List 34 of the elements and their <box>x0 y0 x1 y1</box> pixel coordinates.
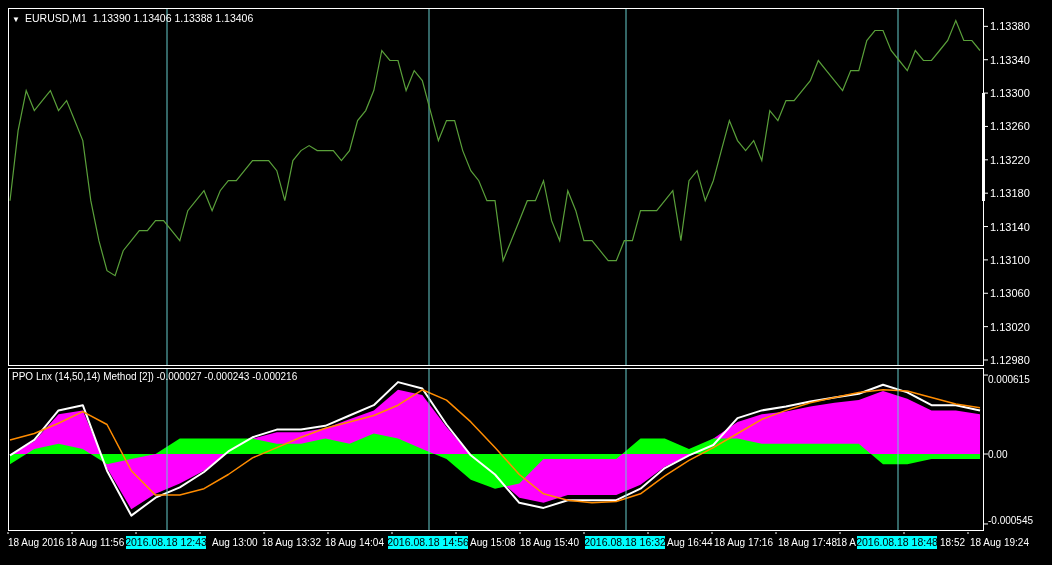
time-label: 18 A <box>836 537 857 548</box>
time-label: 18 Aug 17:48 <box>778 537 837 548</box>
price-label: 1.13180 <box>990 187 1030 200</box>
time-label: 18 Aug 17:16 <box>714 537 773 548</box>
cursor-date-label: 2016.08.18 14:56 <box>387 536 469 549</box>
price-label: 1.13340 <box>990 53 1030 66</box>
time-label: 18 Aug 2016 <box>8 537 65 548</box>
time-label: 18:52 <box>940 537 966 548</box>
price-label: 1.13300 <box>990 87 1030 100</box>
price-label: 1.13140 <box>990 220 1030 233</box>
time-label: 18 Aug 11:56 <box>66 537 125 548</box>
indicator-label: 0.000615 <box>988 374 1030 386</box>
time-label: Aug 16:44 <box>667 537 713 548</box>
cursor-date-label: 2016.08.18 18:48 <box>856 536 938 549</box>
cursor-date-label: 2016.08.18 12:43 <box>125 536 207 549</box>
cursor-date-label: 2016.08.18 16:32 <box>584 536 666 549</box>
indicator-label: -0.000545 <box>988 514 1034 526</box>
price-label: 1.13260 <box>990 120 1030 133</box>
time-label: 18 Aug 19:24 <box>970 537 1029 548</box>
price-label: 1.12980 <box>990 354 1030 366</box>
dropdown-arrow-icon: ▼ <box>12 15 20 24</box>
indicator-label: 0.00 <box>988 449 1008 460</box>
price-label: 1.13220 <box>990 153 1030 166</box>
time-label: 18 Aug 15:40 <box>520 537 579 548</box>
time-label: Aug 13:00 <box>212 537 258 548</box>
time-label: Aug 15:08 <box>470 537 516 548</box>
price-label: 1.13060 <box>990 287 1030 300</box>
price-label: 1.13100 <box>990 253 1030 266</box>
time-label: 18 Aug 14:04 <box>325 537 384 548</box>
price-label: 1.13380 <box>990 20 1030 33</box>
time-label: 18 Aug 13:32 <box>262 537 321 548</box>
price-label: 1.13020 <box>990 320 1030 333</box>
indicator-title: PPO Lnx (14,50,14) Method [2]) -0.000027 -0.000243 -0.000216 <box>12 371 298 382</box>
chart-title: EURUSD,M1 1.13390 1.13406 1.13388 1.13406 <box>25 12 254 24</box>
